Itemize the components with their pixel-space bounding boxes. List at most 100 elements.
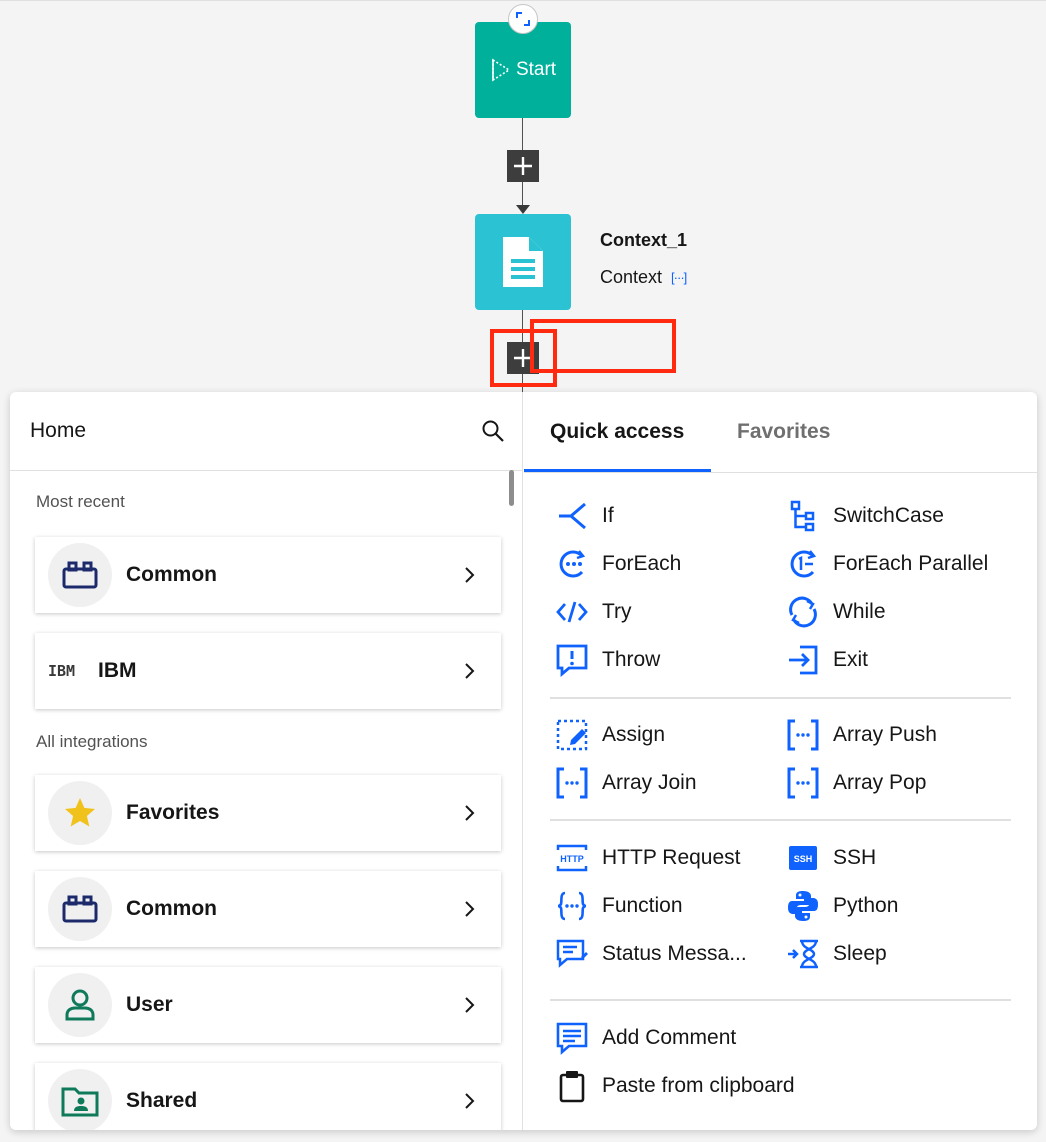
step-foreach-parallel[interactable]: ForEach Parallel — [785, 544, 988, 584]
step-label: Exit — [833, 648, 869, 671]
ibm-logo: IBM — [48, 662, 76, 680]
svg-text:SSH: SSH — [794, 854, 813, 864]
step-throw[interactable]: Throw — [554, 640, 660, 680]
start-label: Start — [515, 59, 557, 80]
tab-bar: Quick access Favorites — [524, 392, 1037, 473]
step-array-join[interactable]: Array Join — [554, 763, 697, 803]
step-label: While — [833, 600, 886, 623]
step-foreach[interactable]: ForEach — [554, 544, 681, 584]
step-label: Array Push — [833, 723, 937, 746]
expand-button[interactable] — [508, 4, 538, 34]
clipboard-icon — [554, 1068, 590, 1104]
step-while[interactable]: While — [785, 592, 886, 632]
integration-item-user[interactable]: User — [35, 967, 501, 1043]
step-label: Throw — [602, 648, 661, 671]
common-icon — [48, 877, 112, 941]
divider — [550, 697, 1011, 699]
user-icon — [48, 973, 112, 1037]
throw-icon — [554, 642, 590, 678]
recent-item-ibm[interactable]: IBM IBM — [35, 633, 501, 709]
chevron-right-icon — [465, 997, 475, 1013]
expand-icon — [516, 12, 530, 26]
step-function[interactable]: Function — [554, 886, 683, 926]
start-icon — [492, 58, 511, 82]
switchcase-icon — [785, 498, 821, 534]
step-add-comment[interactable]: Add Comment — [554, 1018, 736, 1058]
step-label: SSH — [833, 846, 877, 869]
foreach-parallel-icon — [785, 546, 821, 582]
code-icon — [554, 594, 590, 630]
foreach-icon — [554, 546, 590, 582]
step-label: SwitchCase — [833, 504, 944, 527]
while-icon — [785, 594, 821, 630]
step-exit[interactable]: Exit — [785, 640, 868, 680]
step-if[interactable]: If — [554, 496, 614, 536]
context-node[interactable] — [475, 214, 571, 310]
item-name: Common — [126, 897, 217, 920]
most-recent-label: Most recent — [36, 492, 125, 511]
home-title: Home — [30, 419, 87, 442]
add-step-button[interactable] — [507, 150, 539, 182]
chevron-right-icon — [465, 901, 475, 917]
step-label: Array Join — [602, 771, 697, 794]
paste-from-clipboard[interactable]: Paste from clipboard — [554, 1066, 795, 1106]
recent-item-common[interactable]: Common — [35, 537, 501, 613]
hourglass-icon — [785, 936, 821, 972]
step-array-push[interactable]: Array Push — [785, 715, 937, 755]
step-ssh[interactable]: SSH SSH — [785, 838, 876, 878]
integration-item-common[interactable]: Common — [35, 871, 501, 947]
step-label: HTTP Request — [602, 846, 741, 869]
integrations-column: Home Most recent Common IBM IBM All inte… — [10, 392, 523, 1130]
divider — [550, 999, 1011, 1001]
array-icon — [785, 765, 821, 801]
scrollbar[interactable] — [509, 470, 514, 506]
more-icon[interactable]: [···] — [671, 270, 687, 285]
step-label: Add Comment — [602, 1026, 737, 1049]
step-label: Try — [602, 600, 632, 623]
integration-item-shared[interactable]: Shared — [35, 1063, 501, 1130]
context-node-title: Context_1 — [600, 230, 688, 250]
array-icon — [554, 765, 590, 801]
python-icon — [785, 888, 821, 924]
start-node[interactable]: Start — [475, 22, 571, 118]
step-array-pop[interactable]: Array Pop — [785, 763, 926, 803]
plus-icon — [514, 157, 532, 175]
step-label: Sleep — [833, 942, 887, 965]
step-switchcase[interactable]: SwitchCase — [785, 496, 944, 536]
step-status-message[interactable]: Status Messa... — [554, 934, 747, 974]
step-assign[interactable]: Assign — [554, 715, 665, 755]
chevron-right-icon — [465, 1093, 475, 1109]
shared-folder-icon — [48, 1069, 112, 1130]
step-http-request[interactable]: HTTP HTTP Request — [554, 838, 741, 878]
item-name: User — [126, 993, 173, 1016]
item-name: Favorites — [126, 801, 220, 824]
ssh-icon: SSH — [785, 840, 821, 876]
chevron-right-icon — [465, 805, 475, 821]
left-header: Home — [10, 392, 522, 471]
step-label: Assign — [602, 723, 666, 746]
document-icon — [503, 237, 543, 287]
item-name: Shared — [126, 1089, 198, 1112]
function-icon — [554, 888, 590, 924]
active-tab-indicator — [524, 469, 711, 472]
tab-favorites[interactable]: Favorites — [737, 420, 830, 444]
step-sleep[interactable]: Sleep — [785, 934, 887, 974]
search-icon[interactable] — [481, 419, 505, 448]
tab-quick-access[interactable]: Quick access — [550, 420, 684, 444]
step-label: Function — [602, 894, 683, 917]
chevron-right-icon — [465, 663, 475, 679]
step-python[interactable]: Python — [785, 886, 898, 926]
step-label: ForEach — [602, 552, 682, 575]
flow-canvas: Start Context_1 Context [···] — [0, 0, 1046, 400]
item-name: IBM — [98, 659, 137, 682]
if-icon — [554, 498, 590, 534]
integration-item-favorites[interactable]: Favorites — [35, 775, 501, 851]
common-icon — [48, 543, 112, 607]
step-label: Paste from clipboard — [602, 1074, 795, 1097]
exit-icon — [785, 642, 821, 678]
context-node-type-label: Context — [600, 267, 663, 287]
context-node-type: Context [···] — [600, 267, 687, 288]
svg-text:HTTP: HTTP — [560, 854, 584, 864]
step-try[interactable]: Try — [554, 592, 632, 632]
highlight-box — [530, 319, 676, 373]
